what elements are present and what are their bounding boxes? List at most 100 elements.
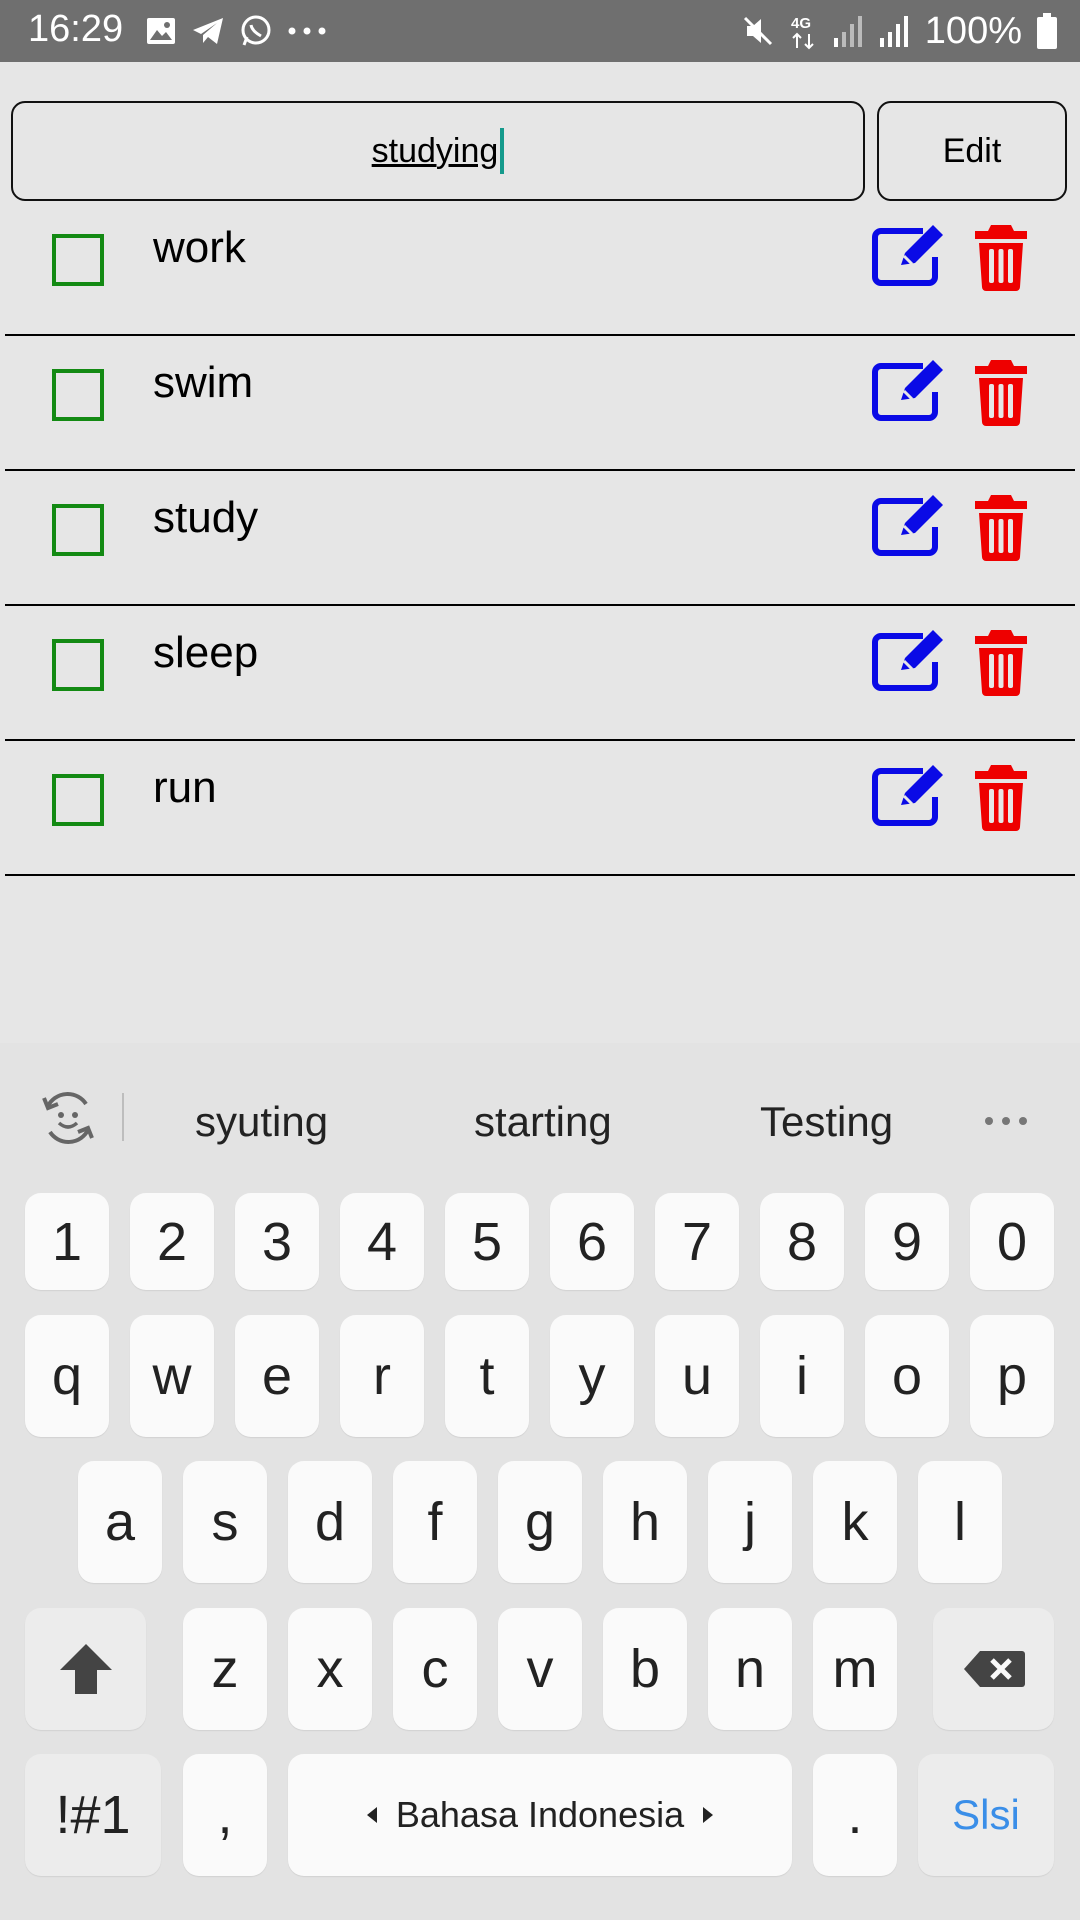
key-0[interactable]: 0 [970,1193,1054,1290]
key-7[interactable]: 7 [655,1193,739,1290]
todo-label: sleep [153,628,259,677]
mute-icon [741,14,775,48]
key-i[interactable]: i [760,1315,844,1437]
todo-checkbox[interactable] [52,639,104,691]
key-3[interactable]: 3 [235,1193,319,1290]
soft-keyboard: syuting starting Testing 1 2 3 4 5 6 7 8… [0,1043,1080,1920]
status-bar: 16:29 4G 100% [0,0,1080,62]
key-d[interactable]: d [288,1461,372,1583]
key-e[interactable]: e [235,1315,319,1437]
edit-icon[interactable] [871,358,947,427]
key-r[interactable]: r [340,1315,424,1437]
key-m[interactable]: m [813,1608,897,1730]
key-l[interactable]: l [918,1461,1002,1583]
input-value: studying [371,131,499,170]
key-4[interactable]: 4 [340,1193,424,1290]
key-a[interactable]: a [78,1461,162,1583]
todo-row: sleep [5,606,1075,741]
telegram-icon [191,16,225,46]
signal-icon [833,14,865,48]
whatsapp-icon [239,14,273,48]
shift-key[interactable] [25,1608,146,1730]
todo-label: run [153,763,217,812]
key-y[interactable]: y [550,1315,634,1437]
todo-row: work [5,201,1075,336]
svg-text:4G: 4G [791,15,811,32]
suggestion-divider [122,1093,124,1141]
key-q[interactable]: q [25,1315,109,1437]
period-key[interactable]: . [813,1754,897,1876]
system-icons: 4G 100% [741,8,1058,54]
more-dots-icon [287,26,327,36]
image-icon [145,16,177,46]
suggestion-2[interactable]: starting [474,1098,612,1146]
status-time: 16:29 [28,8,124,50]
key-w[interactable]: w [130,1315,214,1437]
delete-icon[interactable] [973,223,1029,296]
key-h[interactable]: h [603,1461,687,1583]
suggestion-1[interactable]: syuting [195,1098,328,1146]
todo-checkbox[interactable] [52,234,104,286]
key-f[interactable]: f [393,1461,477,1583]
key-c[interactable]: c [393,1608,477,1730]
space-key[interactable]: Bahasa Indonesia [288,1754,792,1876]
comma-key[interactable]: , [183,1754,267,1876]
text-caret [500,128,505,174]
key-p[interactable]: p [970,1315,1054,1437]
key-v[interactable]: v [498,1608,582,1730]
delete-icon[interactable] [973,628,1029,701]
key-5[interactable]: 5 [445,1193,529,1290]
key-2[interactable]: 2 [130,1193,214,1290]
suggestion-3[interactable]: Testing [760,1098,893,1146]
edit-icon[interactable] [871,763,947,832]
todo-row: study [5,471,1075,606]
enter-key[interactable]: Slsi [918,1754,1054,1876]
key-j[interactable]: j [708,1461,792,1583]
edit-icon[interactable] [871,628,947,697]
key-u[interactable]: u [655,1315,739,1437]
key-z[interactable]: z [183,1608,267,1730]
key-s[interactable]: s [183,1461,267,1583]
key-1[interactable]: 1 [25,1193,109,1290]
emoji-sticker-icon[interactable] [38,1090,98,1151]
notification-icons [145,10,327,52]
todo-checkbox[interactable] [52,774,104,826]
language-right-arrow-icon [703,1807,714,1823]
space-language-label: Bahasa Indonesia [395,1794,685,1835]
todo-row: swim [5,336,1075,471]
delete-icon[interactable] [973,493,1029,566]
todo-checkbox[interactable] [52,369,104,421]
todo-row: run [5,741,1075,876]
suggestion-bar: syuting starting Testing [0,1043,1080,1193]
symbols-key[interactable]: !#1 [25,1754,161,1876]
todo-checkbox[interactable] [52,504,104,556]
shift-arrow-icon [59,1644,112,1694]
battery-percent: 100% [924,9,1022,52]
todo-list: work swim study sleep run [5,201,1075,876]
key-x[interactable]: x [288,1608,372,1730]
backspace-key[interactable] [933,1608,1054,1730]
4g-icon: 4G [789,12,819,50]
key-9[interactable]: 9 [865,1193,949,1290]
language-left-arrow-icon [366,1807,377,1823]
delete-icon[interactable] [973,358,1029,431]
todo-label: work [153,223,246,272]
edit-icon[interactable] [871,223,947,292]
key-k[interactable]: k [813,1461,897,1583]
key-8[interactable]: 8 [760,1193,844,1290]
delete-icon[interactable] [973,763,1029,836]
edit-icon[interactable] [871,493,947,562]
battery-icon [1036,12,1058,50]
key-6[interactable]: 6 [550,1193,634,1290]
key-g[interactable]: g [498,1461,582,1583]
key-b[interactable]: b [603,1608,687,1730]
edit-todo-input[interactable]: studying [11,101,865,201]
edit-button[interactable]: Edit [877,101,1067,201]
key-t[interactable]: t [445,1315,529,1437]
todo-label: study [153,493,259,542]
todo-label: swim [153,358,254,407]
key-n[interactable]: n [708,1608,792,1730]
more-suggestions-icon[interactable] [984,1113,1028,1131]
key-o[interactable]: o [865,1315,949,1437]
todo-app: studying Edit work swim study sleep run [5,68,1075,1038]
